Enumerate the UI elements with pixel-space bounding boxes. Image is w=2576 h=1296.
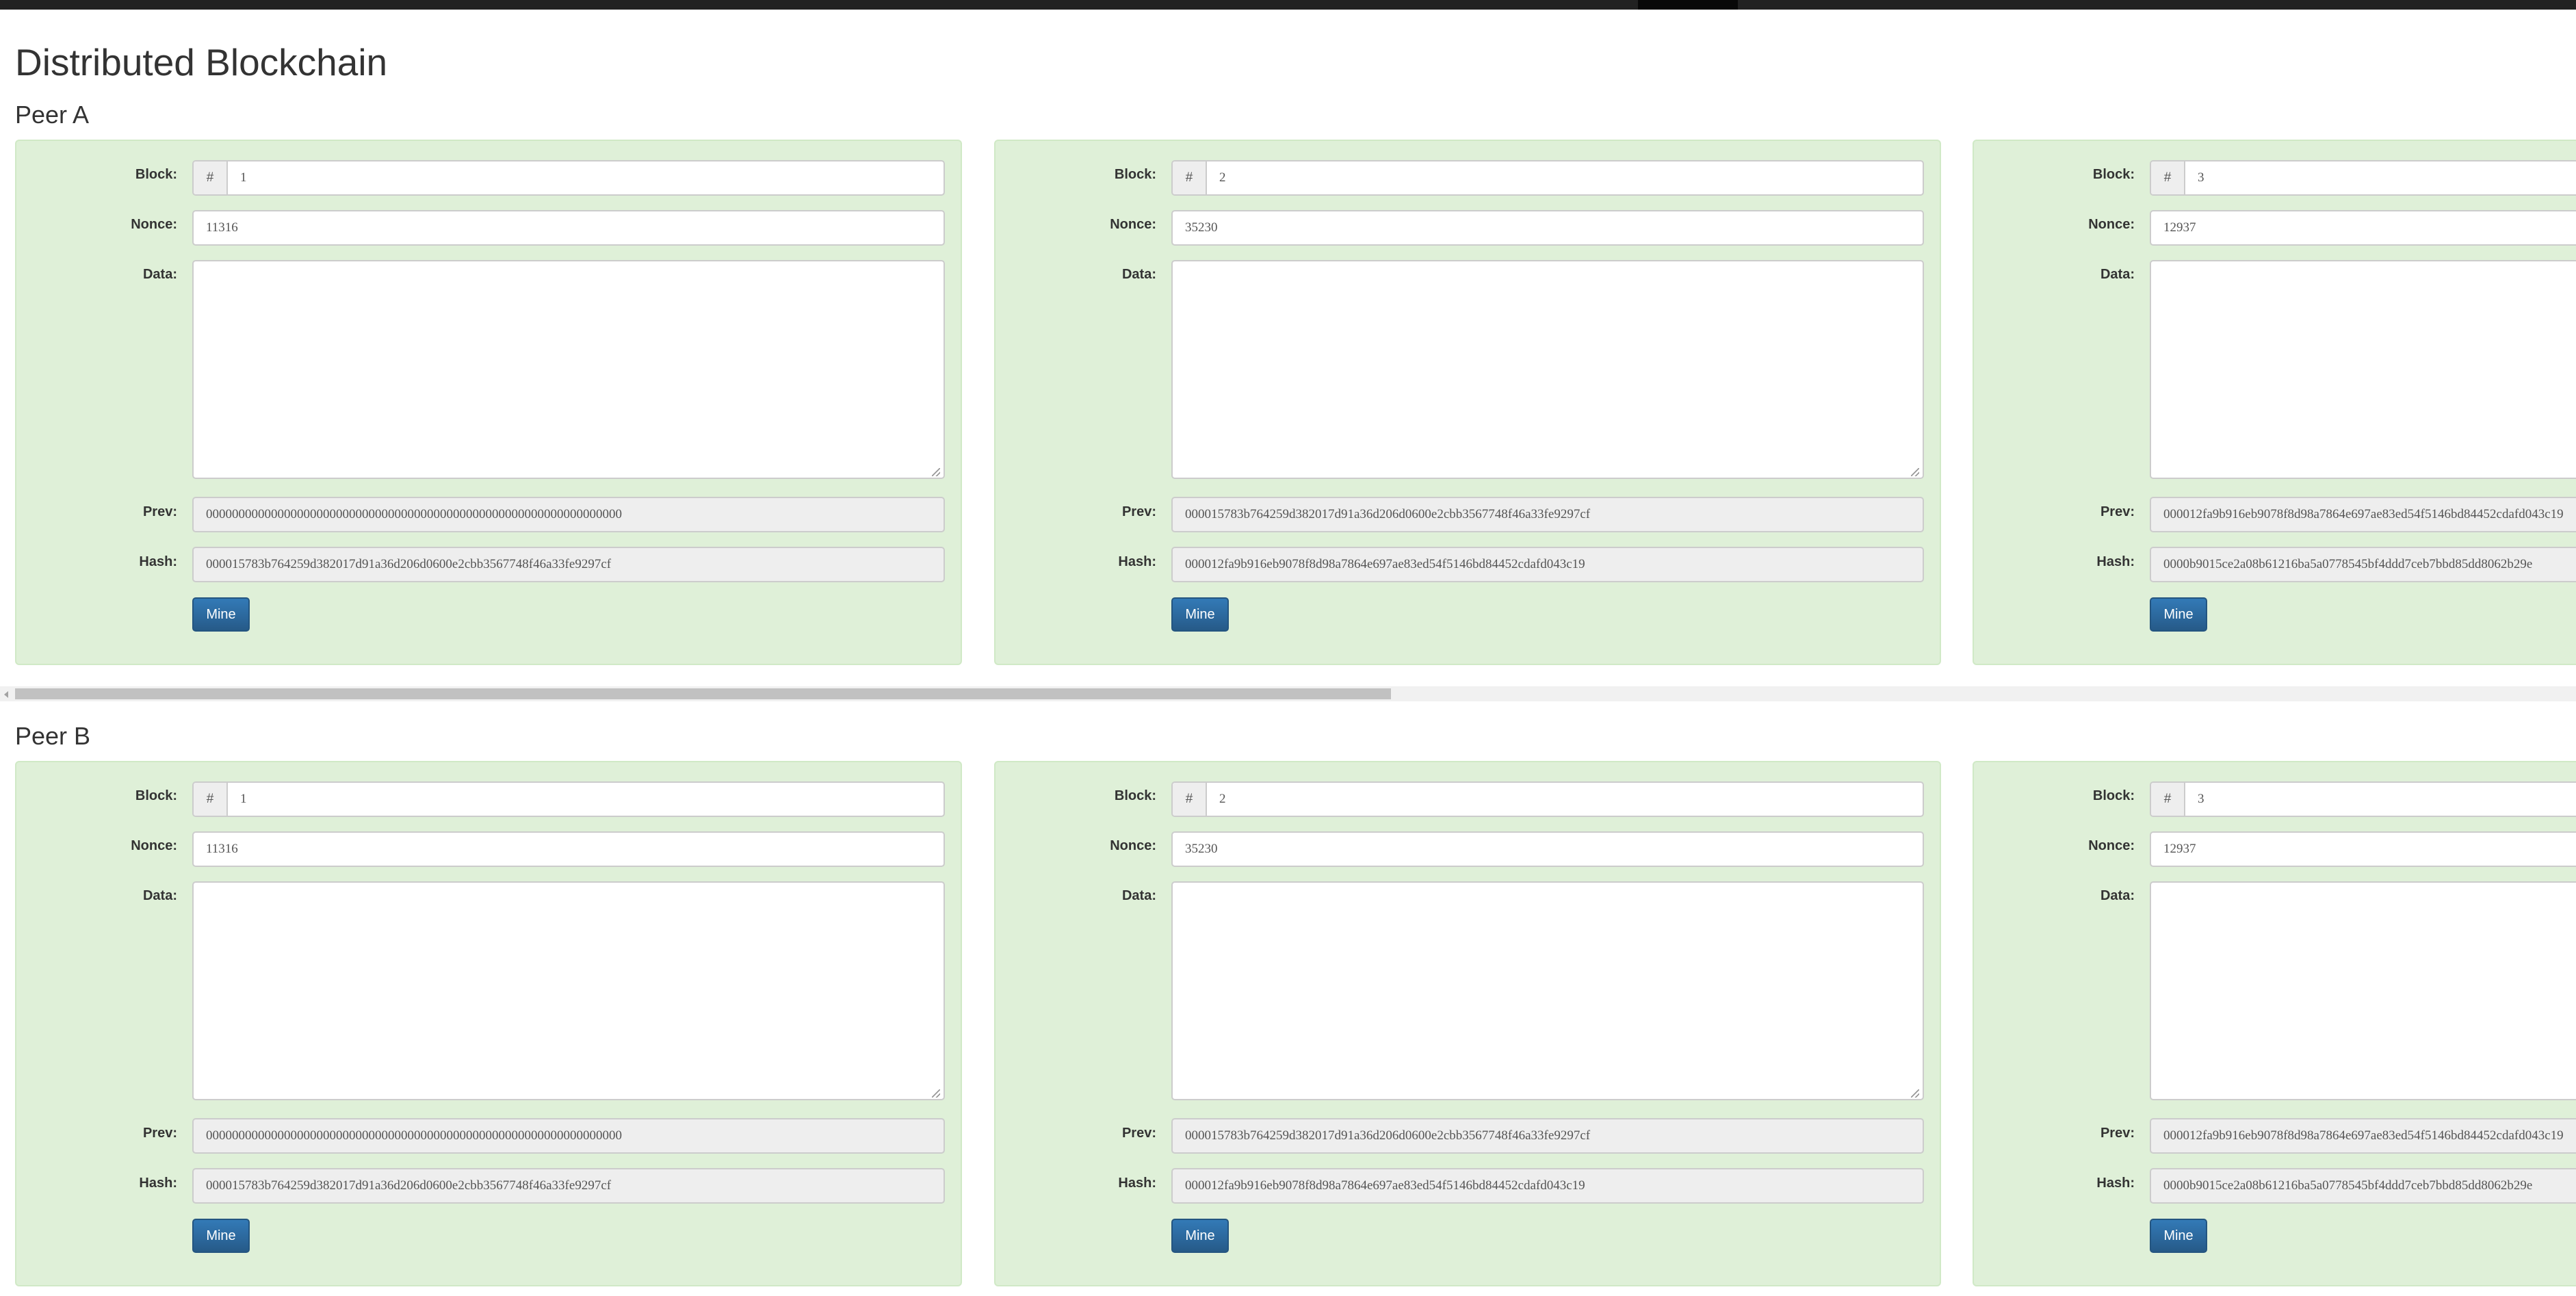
nonce-label: Nonce:: [1110, 217, 1156, 232]
mine-button[interactable]: Mine: [1171, 1219, 1229, 1253]
nonce-label: Nonce:: [2088, 217, 2135, 232]
nonce-input[interactable]: 35230: [1171, 210, 1924, 246]
scroll-left-arrow-icon[interactable]: [4, 691, 8, 698]
data-textarea[interactable]: [192, 260, 945, 479]
hash-field: 000015783b764259d382017d91a36d206d0600e2…: [192, 547, 945, 582]
block-label: Block:: [135, 167, 177, 182]
block-number-input-group[interactable]: # 3: [2150, 160, 2576, 196]
peer-b-title: Peer B: [15, 722, 91, 750]
hash-field: 0000b9015ce2a08b61216ba5a0778545bf4ddd7c…: [2150, 547, 2576, 582]
hash-field: 0000b9015ce2a08b61216ba5a0778545bf4ddd7c…: [2150, 1168, 2576, 1204]
top-navbar: [0, 0, 2576, 10]
hash-label: Hash:: [139, 554, 177, 569]
prev-label: Prev:: [142, 504, 177, 519]
resize-grip-icon[interactable]: [932, 1089, 940, 1098]
hash-field: 000015783b764259d382017d91a36d206d0600e2…: [192, 1168, 945, 1204]
page-title: Distributed Blockchain: [15, 41, 388, 83]
data-label: Data:: [1121, 888, 1156, 903]
hash-label: Hash:: [1118, 554, 1156, 569]
data-label: Data:: [142, 267, 177, 282]
hash-label: Hash:: [1118, 1176, 1156, 1191]
horizontal-scrollbar[interactable]: [0, 686, 2576, 701]
hash-label: Hash:: [2096, 554, 2135, 569]
prev-hash-field: 000012fa9b916eb9078f8d98a7864e697ae83ed5…: [2150, 497, 2576, 532]
block-number-input-group[interactable]: # 2: [1171, 160, 1924, 196]
nonce-input[interactable]: 11316: [192, 210, 945, 246]
block-number-input-group[interactable]: # 1: [192, 160, 945, 196]
block-card: Block: # 3 Nonce: 12937 Data: Prev: 0000…: [1973, 761, 2576, 1286]
data-textarea[interactable]: [2150, 260, 2576, 479]
hash-label: Hash:: [2096, 1176, 2135, 1191]
resize-grip-icon[interactable]: [932, 468, 940, 476]
peer-a-title: Peer A: [15, 101, 90, 129]
data-textarea[interactable]: [192, 881, 945, 1100]
nonce-label: Nonce:: [1110, 838, 1156, 853]
block-number-input-group[interactable]: # 2: [1171, 781, 1924, 817]
mine-button[interactable]: Mine: [2150, 1219, 2207, 1253]
mine-button[interactable]: Mine: [192, 597, 250, 632]
mine-button[interactable]: Mine: [2150, 597, 2207, 632]
block-number-input[interactable]: 3: [2185, 783, 2204, 816]
mine-button[interactable]: Mine: [192, 1219, 250, 1253]
hash-field: 000012fa9b916eb9078f8d98a7864e697ae83ed5…: [1171, 1168, 1924, 1204]
data-textarea[interactable]: [2150, 881, 2576, 1100]
block-label: Block:: [1114, 167, 1156, 182]
peer-b-chain: Block: # 1 Nonce: 11316 Data: Prev: 0000…: [0, 761, 2576, 1288]
nonce-input[interactable]: 35230: [1171, 831, 1924, 867]
hash-addon: #: [194, 783, 228, 816]
prev-hash-field: 0000000000000000000000000000000000000000…: [192, 497, 945, 532]
nonce-label: Nonce:: [2088, 838, 2135, 853]
data-textarea[interactable]: [1171, 260, 1924, 479]
block-number-input-group[interactable]: # 3: [2150, 781, 2576, 817]
data-label: Data:: [142, 888, 177, 903]
mine-button[interactable]: Mine: [1171, 597, 1229, 632]
nonce-input[interactable]: 12937: [2150, 831, 2576, 867]
nonce-input[interactable]: 11316: [192, 831, 945, 867]
navbar-active-tab[interactable]: [1638, 0, 1738, 10]
block-number-input[interactable]: 3: [2185, 161, 2204, 194]
hash-addon: #: [1173, 783, 1207, 816]
block-card: Block: # 2 Nonce: 35230 Data: Prev: 0000…: [994, 761, 1941, 1286]
block-card: Block: # 1 Nonce: 11316 Data: Prev: 0000…: [15, 761, 962, 1286]
block-label: Block:: [135, 788, 177, 803]
nonce-label: Nonce:: [131, 838, 177, 853]
scrollbar-thumb[interactable]: [15, 688, 1391, 699]
prev-hash-field: 000015783b764259d382017d91a36d206d0600e2…: [1171, 497, 1924, 532]
resize-grip-icon[interactable]: [1911, 468, 1919, 476]
prev-label: Prev:: [1121, 1126, 1156, 1141]
hash-addon: #: [2151, 783, 2185, 816]
hash-addon: #: [194, 161, 228, 194]
block-card: Block: # 2 Nonce: 35230 Data: Prev: 0000…: [994, 140, 1941, 665]
prev-label: Prev:: [142, 1126, 177, 1141]
prev-label: Prev:: [2100, 504, 2135, 519]
block-card: Block: # 1 Nonce: 11316 Data: Prev: 0000…: [15, 140, 962, 665]
hash-addon: #: [1173, 161, 1207, 194]
block-label: Block:: [2092, 788, 2135, 803]
data-label: Data:: [2100, 888, 2135, 903]
block-label: Block:: [1114, 788, 1156, 803]
prev-label: Prev:: [1121, 504, 1156, 519]
block-number-input[interactable]: 1: [228, 783, 247, 816]
hash-field: 000012fa9b916eb9078f8d98a7864e697ae83ed5…: [1171, 547, 1924, 582]
data-label: Data:: [2100, 267, 2135, 282]
nonce-input[interactable]: 12937: [2150, 210, 2576, 246]
prev-hash-field: 0000000000000000000000000000000000000000…: [192, 1118, 945, 1154]
hash-addon: #: [2151, 161, 2185, 194]
block-label: Block:: [2092, 167, 2135, 182]
nonce-label: Nonce:: [131, 217, 177, 232]
resize-grip-icon[interactable]: [1911, 1089, 1919, 1098]
prev-hash-field: 000015783b764259d382017d91a36d206d0600e2…: [1171, 1118, 1924, 1154]
block-card: Block: # 3 Nonce: 12937 Data: Prev: 0000…: [1973, 140, 2576, 665]
hash-label: Hash:: [139, 1176, 177, 1191]
data-textarea[interactable]: [1171, 881, 1924, 1100]
peer-a-chain: Block: # 1 Nonce: 11316 Data: Prev: 0000…: [0, 140, 2576, 666]
block-number-input[interactable]: 2: [1207, 783, 1226, 816]
prev-label: Prev:: [2100, 1126, 2135, 1141]
block-number-input[interactable]: 2: [1207, 161, 1226, 194]
block-number-input[interactable]: 1: [228, 161, 247, 194]
block-number-input-group[interactable]: # 1: [192, 781, 945, 817]
data-label: Data:: [1121, 267, 1156, 282]
prev-hash-field: 000012fa9b916eb9078f8d98a7864e697ae83ed5…: [2150, 1118, 2576, 1154]
